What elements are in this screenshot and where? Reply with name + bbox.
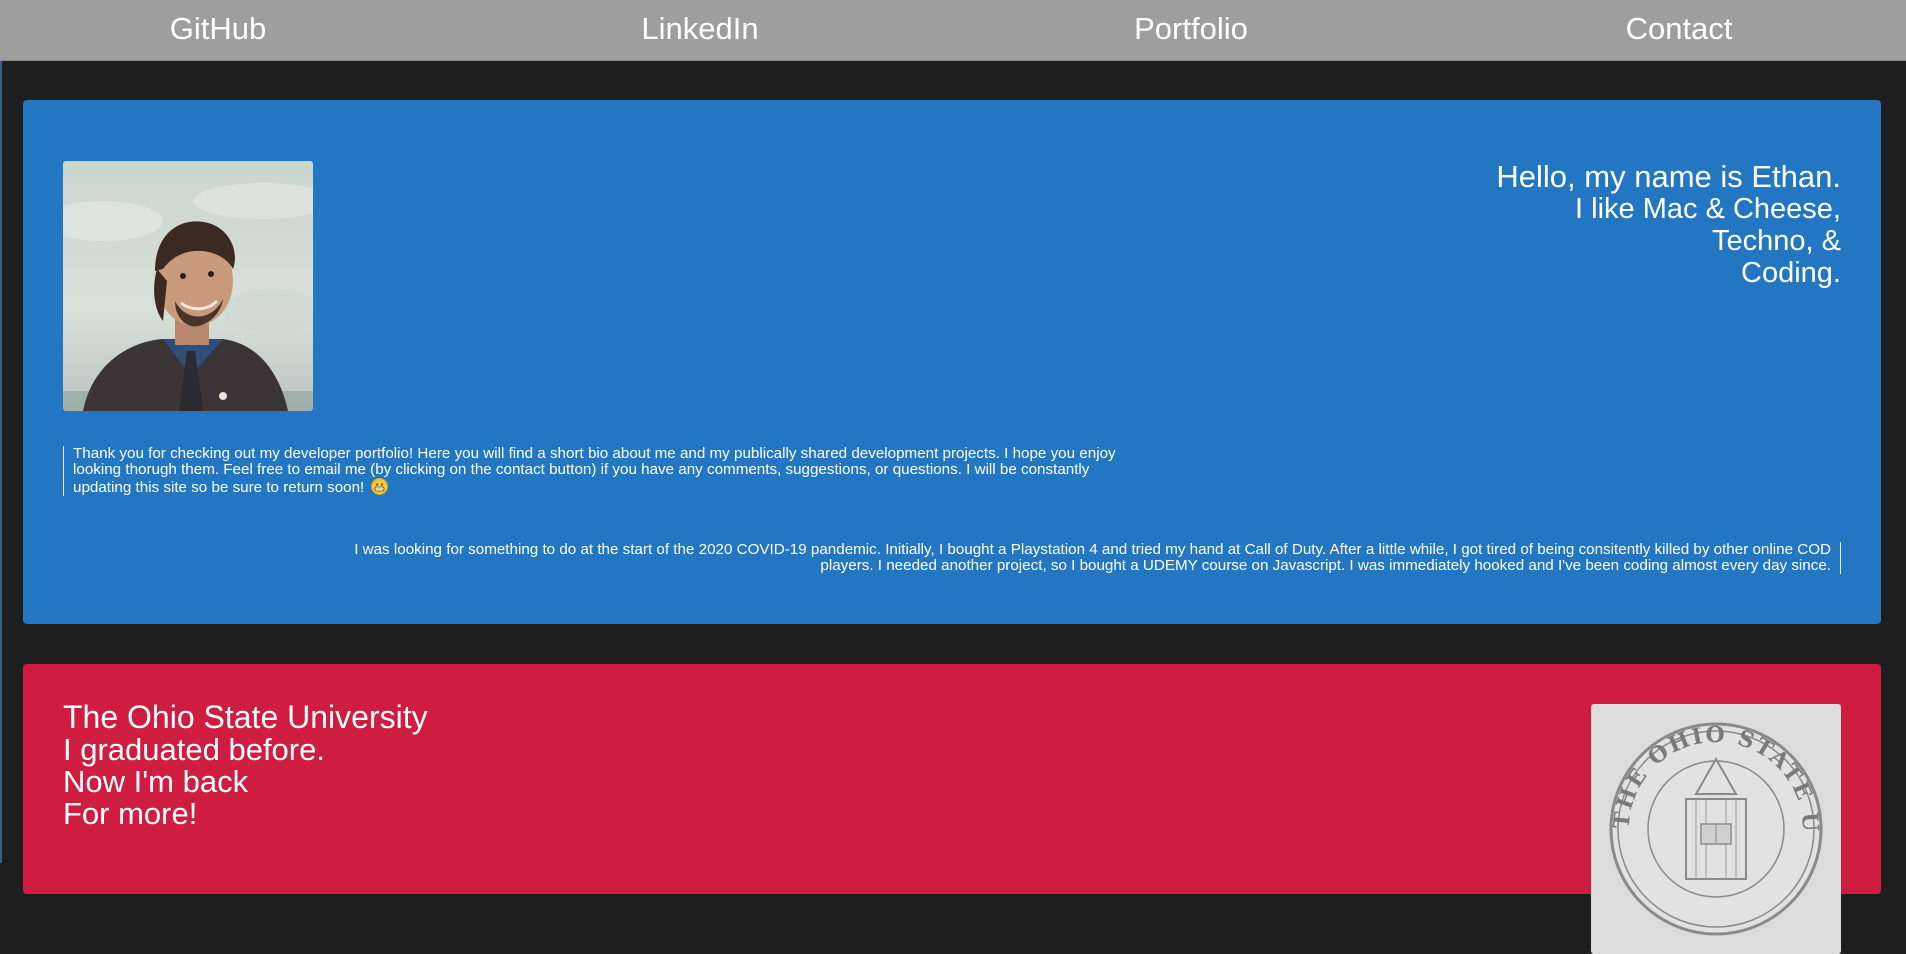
bio-line: updating this site so be sure to return … [73, 478, 1238, 496]
bio-paragraph: Thank you for checking out my developer … [63, 446, 1238, 496]
nav-link-contact[interactable]: Contact [1626, 0, 1733, 60]
nav-link-github[interactable]: GitHub [170, 0, 266, 60]
osu-title: The Ohio State University [63, 699, 428, 735]
osu-seal-icon: THE OHIO STATE UNIVERSITY [1591, 704, 1823, 936]
osu-card: The Ohio State University I graduated be… [23, 664, 1881, 954]
backstory-line: I was looking for something to do at the… [354, 541, 1831, 558]
top-navbar: GitHub LinkedIn Portfolio Contact [0, 0, 1906, 61]
profile-photo [63, 161, 313, 411]
intro-card: Hello, my name is Ethan. I like Mac & Ch… [23, 100, 1881, 624]
bio-line-text: updating this site so be sure to return … [73, 479, 365, 496]
window-edge [0, 0, 2, 863]
grinning-emoji-icon [370, 478, 388, 495]
osu-text-block: The Ohio State University I graduated be… [63, 701, 428, 830]
nav-link-portfolio[interactable]: Portfolio [1134, 0, 1248, 60]
greeting-line: Coding. [1741, 257, 1841, 289]
profile-photo-image [63, 161, 313, 411]
greeting-block: Hello, my name is Ethan. I like Mac & Ch… [1496, 160, 1841, 289]
osu-line: Now I'm back [63, 764, 249, 799]
backstory-line: players. I needed another project, so I … [820, 557, 1831, 574]
greeting-line: Techno, & [1712, 225, 1841, 257]
bio-line: looking thorugh them. Feel free to email… [73, 461, 1090, 478]
backstory-paragraph: I was looking for something to do at the… [231, 542, 1841, 574]
nav-link-linkedin[interactable]: LinkedIn [641, 0, 758, 60]
bio-line: Thank you for checking out my developer … [73, 445, 1116, 462]
osu-line: I graduated before. [63, 732, 325, 767]
greeting-title: Hello, my name is Ethan. [1496, 159, 1841, 194]
greeting-line: I like Mac & Cheese, [1575, 193, 1841, 225]
osu-seal-image: THE OHIO STATE UNIVERSITY [1591, 704, 1841, 954]
osu-line: For more! [63, 796, 198, 831]
